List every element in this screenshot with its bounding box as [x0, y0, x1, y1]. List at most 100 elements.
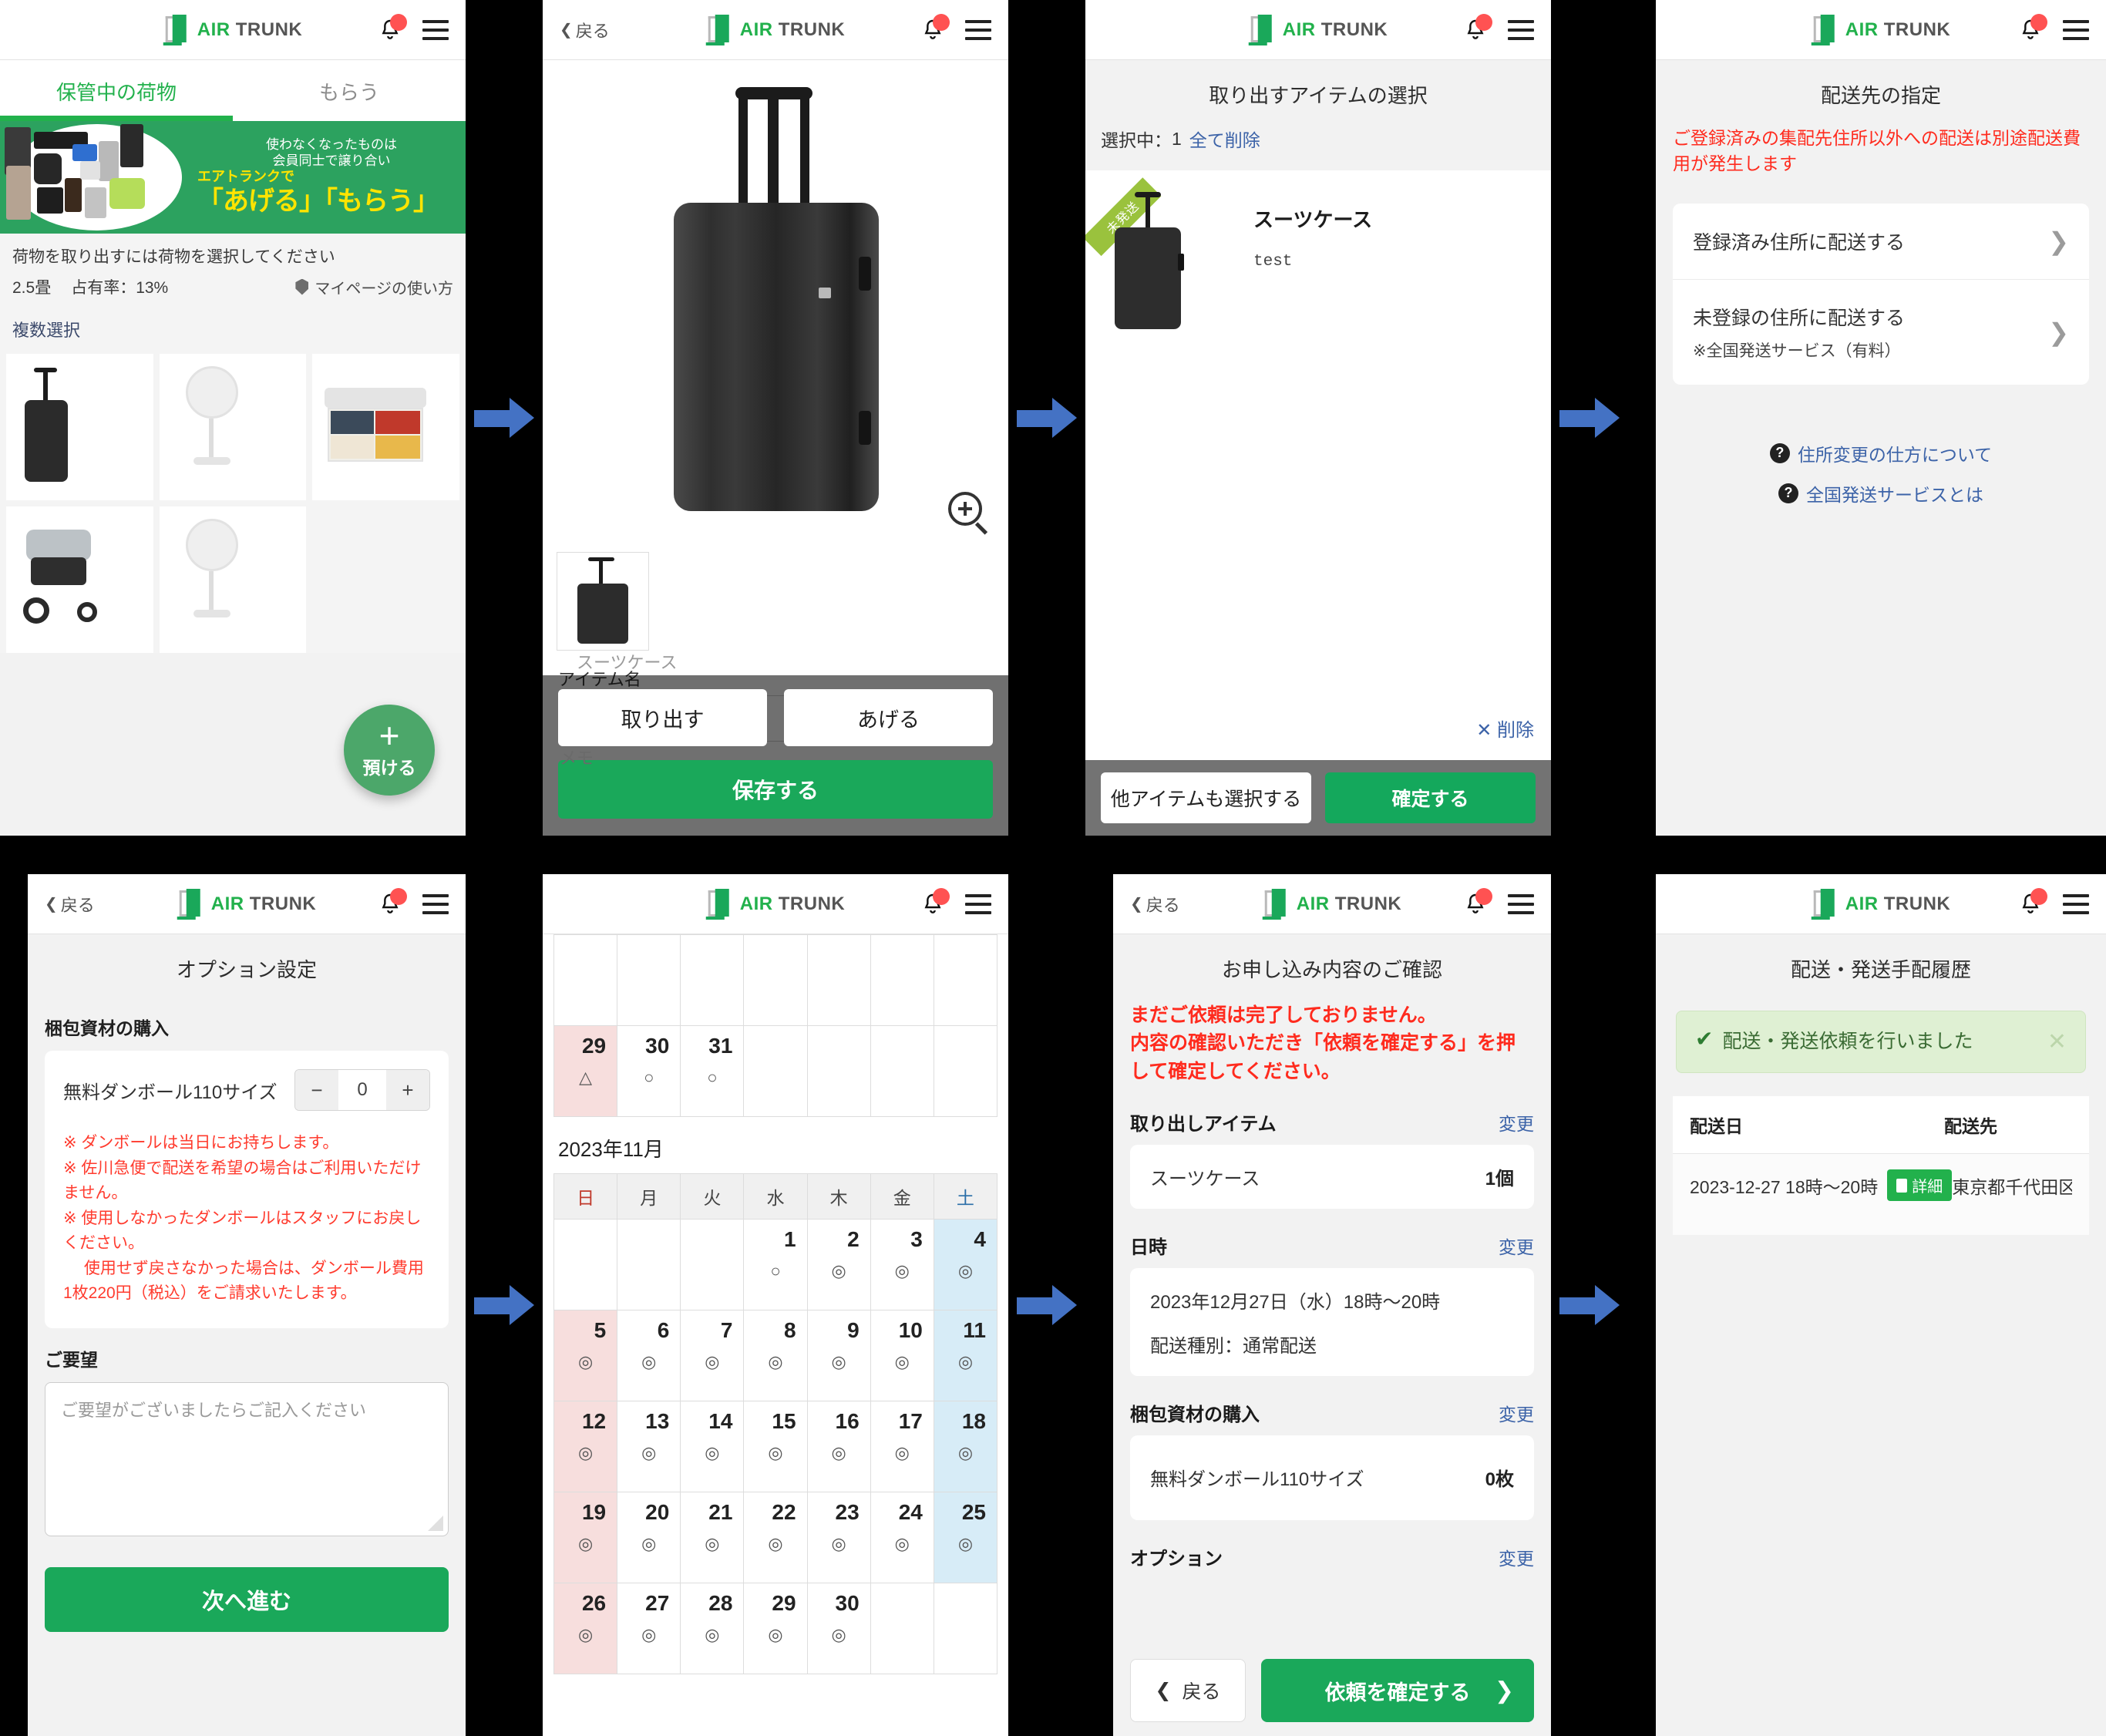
- incomplete-warning: まだご依頼は完了しておりません。 内容の確認いただき「依頼を確定する」を押して確…: [1130, 1004, 1516, 1082]
- calendar-day-18[interactable]: 18 ◎: [933, 1401, 998, 1492]
- help-link-nationwide-shipping[interactable]: ? 全国発送サービスとは: [1656, 480, 2106, 506]
- list-item[interactable]: [159, 506, 307, 653]
- list-item[interactable]: [159, 354, 307, 500]
- hamburger-menu-icon[interactable]: [1508, 893, 1534, 914]
- deposit-fab-button[interactable]: + 預ける: [344, 705, 435, 796]
- back-button[interactable]: ❮ 戻る: [1130, 892, 1180, 917]
- hamburger-menu-icon[interactable]: [2063, 19, 2089, 40]
- calendar-day-1[interactable]: 1 ○: [743, 1219, 808, 1310]
- calendar-day-16[interactable]: 16 ◎: [806, 1401, 871, 1492]
- option-registered-address[interactable]: 登録済み住所に配送する ❯: [1673, 204, 2089, 280]
- bell-icon[interactable]: [2018, 887, 2047, 917]
- back-button[interactable]: ❮ 戻る: [560, 18, 610, 42]
- giveaway-button[interactable]: あげる: [784, 689, 993, 746]
- calendar-day-25[interactable]: 25 ◎: [933, 1492, 998, 1583]
- detail-button[interactable]: 詳細: [1887, 1169, 1953, 1201]
- request-textarea[interactable]: ご要望がございましたらご記入ください: [45, 1381, 449, 1536]
- calendar-day-3[interactable]: 3 ◎: [870, 1219, 934, 1310]
- calendar-day-30[interactable]: 30 ○: [617, 1025, 681, 1117]
- option-unregistered-address[interactable]: 未登録の住所に配送する ※全国発送サービス（有料） ❯: [1673, 280, 2089, 385]
- hamburger-menu-icon[interactable]: [2063, 893, 2089, 914]
- save-button[interactable]: 保存する: [558, 760, 993, 819]
- calendar-day-4[interactable]: 4 ◎: [933, 1219, 998, 1310]
- hamburger-menu-icon[interactable]: [1508, 19, 1534, 40]
- change-datetime-link[interactable]: 変更: [1499, 1233, 1534, 1259]
- help-link-address-change[interactable]: ? 住所変更の仕方について: [1656, 440, 2106, 466]
- confirm-order-button[interactable]: 依頼を確定する ❯: [1261, 1659, 1534, 1722]
- list-item[interactable]: [6, 506, 153, 653]
- hamburger-menu-icon[interactable]: [422, 893, 449, 914]
- calendar-day-12[interactable]: 12 ◎: [553, 1401, 618, 1492]
- stepper-value[interactable]: 0: [338, 1070, 386, 1110]
- day-number: 4: [974, 1227, 986, 1251]
- banner-line3: エアトランクで: [197, 169, 294, 185]
- calendar-day-29[interactable]: 29 ◎: [743, 1583, 808, 1674]
- calendar-day-21[interactable]: 21 ◎: [680, 1492, 745, 1583]
- calendar-day-5[interactable]: 5 ◎: [553, 1310, 618, 1401]
- tab-receive[interactable]: もらう: [233, 60, 466, 121]
- bell-icon[interactable]: [378, 887, 407, 917]
- calendar-day-6[interactable]: 6 ◎: [617, 1310, 681, 1401]
- calendar-day-9[interactable]: 9 ◎: [806, 1310, 871, 1401]
- confirm-selection-button[interactable]: 確定する: [1325, 772, 1536, 823]
- calendar-day-19[interactable]: 19 ◎: [553, 1492, 618, 1583]
- bell-icon[interactable]: [2018, 13, 2047, 43]
- stepper-plus[interactable]: +: [386, 1070, 429, 1110]
- promo-banner[interactable]: 使わなくなったものは 会員同士で譲り合い エアトランクで 「あげる」「もらう」: [0, 121, 466, 234]
- calendar-day-27[interactable]: 27 ◎: [617, 1583, 681, 1674]
- close-icon[interactable]: ✕: [2047, 1028, 2067, 1055]
- hamburger-menu-icon[interactable]: [965, 893, 991, 914]
- multi-select-link[interactable]: 複数選択: [0, 303, 466, 354]
- calendar-day-26[interactable]: 26 ◎: [553, 1583, 618, 1674]
- select-other-items-button[interactable]: 他アイテムも選択する: [1101, 772, 1311, 823]
- calendar-day-28[interactable]: 28 ◎: [680, 1583, 745, 1674]
- availability-mark: ○: [707, 1068, 718, 1087]
- calendar-day-8[interactable]: 8 ◎: [743, 1310, 808, 1401]
- calendar-day-14[interactable]: 14 ◎: [680, 1401, 745, 1492]
- calendar-day-31[interactable]: 31 ○: [680, 1025, 745, 1117]
- calendar-scroll-area[interactable]: 29 △ 30 ○ 31 ○ 2023年11月 日月火水木金土 1 ○ 2 ◎ 3 ◎ 4 ◎ 5 ◎ 6 ◎ 7…: [543, 934, 1008, 1736]
- chevron-right-icon: ❯: [1494, 1677, 1514, 1704]
- back-button[interactable]: ❮ 戻る: [45, 892, 95, 917]
- change-items-link[interactable]: 変更: [1499, 1109, 1534, 1135]
- calendar-weekday-木: 木: [806, 1173, 871, 1220]
- back-step-button[interactable]: ❮ 戻る: [1130, 1659, 1246, 1722]
- calendar-day-2[interactable]: 2 ◎: [806, 1219, 871, 1310]
- image-thumbnail[interactable]: [557, 552, 649, 651]
- delete-item-link[interactable]: ✕ 削除: [1476, 715, 1534, 742]
- calendar-day-15[interactable]: 15 ◎: [743, 1401, 808, 1492]
- bell-icon[interactable]: [920, 13, 950, 43]
- calendar-day-24[interactable]: 24 ◎: [870, 1492, 934, 1583]
- calendar-day-23[interactable]: 23 ◎: [806, 1492, 871, 1583]
- bell-icon[interactable]: [1463, 887, 1492, 917]
- delete-all-link[interactable]: 全て削除: [1189, 126, 1260, 152]
- calendar-day-7[interactable]: 7 ◎: [680, 1310, 745, 1401]
- next-button[interactable]: 次へ進む: [45, 1566, 449, 1632]
- bell-icon[interactable]: [1463, 13, 1492, 43]
- calendar-day-22[interactable]: 22 ◎: [743, 1492, 808, 1583]
- takeout-button[interactable]: 取り出す: [558, 689, 767, 746]
- calendar-day-10[interactable]: 10 ◎: [870, 1310, 934, 1401]
- quantity-stepper[interactable]: − 0 +: [294, 1069, 430, 1111]
- calendar-day-13[interactable]: 13 ◎: [617, 1401, 681, 1492]
- bell-icon[interactable]: [378, 13, 407, 43]
- calendar-day-29[interactable]: 29 △: [553, 1025, 618, 1117]
- howto-link[interactable]: マイページの使い方: [295, 276, 453, 298]
- item-hero-image[interactable]: [543, 60, 1008, 546]
- change-option-link[interactable]: 変更: [1499, 1544, 1534, 1570]
- calendar-day-11[interactable]: 11 ◎: [933, 1310, 998, 1401]
- hamburger-menu-icon[interactable]: [965, 19, 991, 40]
- calendar-day-30[interactable]: 30 ◎: [806, 1583, 871, 1674]
- calendar-day-20[interactable]: 20 ◎: [617, 1492, 681, 1583]
- hamburger-menu-icon[interactable]: [422, 19, 449, 40]
- change-packing-link[interactable]: 変更: [1499, 1400, 1534, 1426]
- list-item[interactable]: [6, 354, 153, 500]
- selecting-count: 1: [1172, 128, 1182, 149]
- bell-icon[interactable]: [920, 887, 950, 917]
- stepper-minus[interactable]: −: [295, 1070, 338, 1110]
- zoom-in-icon[interactable]: [948, 492, 982, 526]
- flow-arrow-3: [1551, 0, 1628, 836]
- tab-stored-items[interactable]: 保管中の荷物: [0, 60, 233, 121]
- list-item[interactable]: [312, 354, 459, 500]
- calendar-day-17[interactable]: 17 ◎: [870, 1401, 934, 1492]
